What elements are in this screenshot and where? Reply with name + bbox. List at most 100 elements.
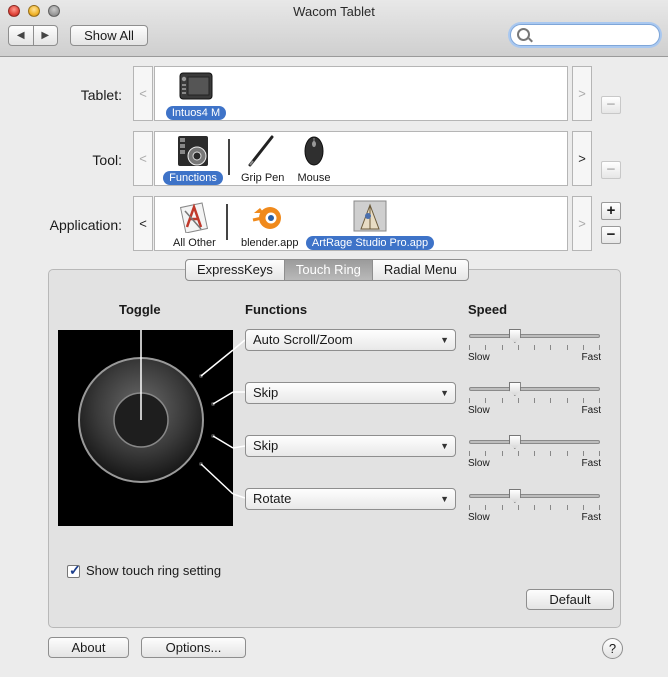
title-bar: Wacom Tablet ◀ ▶ Show All	[0, 0, 668, 57]
slider-knob[interactable]	[508, 329, 521, 343]
application-scroll-left-button[interactable]: <	[133, 196, 153, 251]
function-popup-4[interactable]: Rotate ▼	[245, 488, 456, 510]
application-scroll-right-button[interactable]: >	[572, 196, 592, 251]
about-button[interactable]: About	[48, 637, 129, 658]
chevron-down-icon: ▼	[440, 388, 449, 398]
slider-track	[469, 387, 600, 391]
application-list: All Other blender.app ArtRage Studio Pro…	[154, 196, 568, 251]
mouse-icon	[304, 136, 324, 166]
tablet-scroll-left-button[interactable]: <	[133, 66, 153, 121]
tab-bar: ExpressKeys Touch Ring Radial Menu	[185, 259, 469, 281]
slider-tick	[469, 398, 470, 403]
popup-value: Skip	[253, 385, 279, 400]
application-item-artrage[interactable]: ArtRage Studio Pro.app	[305, 199, 435, 250]
application-item-all-other[interactable]: All Other	[167, 199, 219, 250]
slider-tick	[517, 345, 519, 350]
tool-item-label: Functions	[163, 171, 223, 185]
speed-slider-4[interactable]: Slow Fast	[468, 489, 601, 528]
chevron-down-icon: ▼	[440, 441, 449, 451]
slider-track	[469, 494, 600, 498]
tool-item-label: Mouse	[297, 172, 331, 184]
search-field[interactable]	[510, 24, 660, 46]
slider-tick	[485, 451, 487, 456]
default-button[interactable]: Default	[526, 589, 614, 610]
chevron-down-icon: ▼	[440, 494, 449, 504]
slider-tick	[566, 345, 568, 350]
slider-tick	[485, 345, 487, 350]
slider-tick	[534, 505, 535, 510]
help-button[interactable]: ?	[602, 638, 623, 659]
slider-tick	[582, 505, 584, 510]
slider-tick	[469, 345, 470, 350]
tool-scroll-right-button[interactable]: >	[572, 131, 592, 186]
slider-tick	[550, 345, 552, 350]
tablet-scroll-right-button[interactable]: >	[572, 66, 592, 121]
slider-tick	[582, 345, 584, 350]
tablet-label: Tablet:	[80, 87, 122, 103]
speed-slider-3[interactable]: Slow Fast	[468, 435, 601, 474]
tool-scroll-left-button[interactable]: <	[133, 131, 153, 186]
fast-label: Fast	[581, 458, 601, 469]
popup-value: Rotate	[253, 491, 292, 506]
artrage-icon	[353, 200, 387, 232]
show-all-button[interactable]: Show All	[70, 25, 148, 46]
forward-icon[interactable]: ▶	[34, 26, 58, 45]
search-input[interactable]	[533, 27, 657, 45]
slider-tick	[566, 398, 568, 403]
remove-tablet-button[interactable]: −	[601, 96, 621, 114]
slow-label: Slow	[468, 405, 490, 416]
tab-expresskeys[interactable]: ExpressKeys	[185, 259, 285, 281]
back-forward-control[interactable]: ◀ ▶	[8, 25, 58, 46]
options-button[interactable]: Options...	[141, 637, 246, 658]
application-item-label: ArtRage Studio Pro.app	[305, 236, 435, 250]
application-item-blender[interactable]: blender.app	[235, 199, 301, 250]
touch-ring-image	[58, 328, 234, 526]
toggle-heading: Toggle	[119, 302, 161, 317]
checkmark-icon: ✓	[69, 562, 81, 578]
slider-knob[interactable]	[508, 489, 521, 503]
slider-knob[interactable]	[508, 435, 521, 449]
back-icon[interactable]: ◀	[9, 26, 34, 45]
slider-tick	[599, 345, 600, 350]
slider-track	[469, 440, 600, 444]
tab-touch-ring[interactable]: Touch Ring	[283, 259, 373, 281]
tool-item-grip-pen[interactable]: Grip Pen	[235, 134, 287, 185]
slider-knob[interactable]	[508, 382, 521, 396]
separator	[228, 139, 230, 175]
tab-radial-menu[interactable]: Radial Menu	[371, 259, 469, 281]
slider-tick	[582, 451, 584, 456]
function-popup-3[interactable]: Skip ▼	[245, 435, 456, 457]
fast-label: Fast	[581, 405, 601, 416]
speed-heading: Speed	[468, 302, 508, 317]
speed-slider-2[interactable]: Slow Fast	[468, 382, 601, 421]
tool-list: Functions Grip Pen Mouse	[154, 131, 568, 186]
slider-tick	[517, 505, 519, 510]
speed-slider-1[interactable]: Slow Fast	[468, 329, 601, 368]
tablet-item-intuos4[interactable]: Intuos4 M	[163, 69, 229, 120]
slider-tick	[469, 451, 470, 456]
slider-tick	[485, 398, 487, 403]
tool-item-label: Grip Pen	[241, 172, 285, 184]
tool-item-functions[interactable]: Functions	[161, 134, 225, 185]
touch-ring-icon	[78, 328, 234, 495]
slider-tick	[599, 398, 600, 403]
tool-item-mouse[interactable]: Mouse	[291, 134, 337, 185]
functions-heading: Functions	[245, 302, 308, 317]
tablet-list: Intuos4 M	[154, 66, 568, 121]
function-popup-1[interactable]: Auto Scroll/Zoom ▼	[245, 329, 456, 351]
remove-tool-button[interactable]: −	[601, 161, 621, 179]
tablet-icon	[179, 72, 213, 100]
show-touch-ring-checkbox[interactable]: ✓	[67, 562, 81, 578]
slider-tick	[517, 398, 519, 403]
fast-label: Fast	[581, 352, 601, 363]
slider-tick	[501, 345, 503, 350]
application-label: Application:	[49, 217, 122, 233]
slider-tick	[517, 451, 519, 456]
function-popup-2[interactable]: Skip ▼	[245, 382, 456, 404]
remove-application-button[interactable]: −	[601, 226, 621, 244]
slider-tick	[501, 505, 503, 510]
add-application-button[interactable]: +	[601, 202, 621, 220]
slow-label: Slow	[468, 458, 490, 469]
slider-tick	[534, 345, 535, 350]
slider-tick	[501, 398, 503, 403]
